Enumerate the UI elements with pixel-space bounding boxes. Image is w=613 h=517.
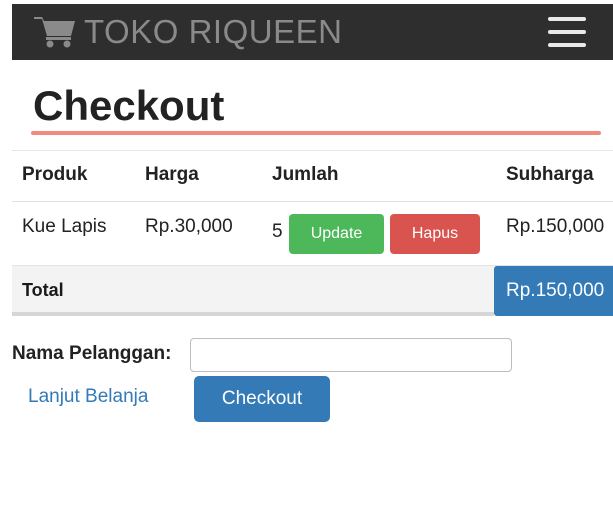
total-value: Rp.150,000 — [506, 280, 605, 301]
total-divider — [12, 312, 494, 316]
table-header: Produk Harga Jumlah Subharga — [12, 150, 613, 202]
customer-name-label: Nama Pelanggan: — [12, 343, 172, 364]
product-name: Kue Lapis — [22, 216, 107, 237]
product-price: Rp.30,000 — [145, 216, 233, 237]
header-produk: Produk — [22, 164, 88, 185]
table-row: Kue Lapis Rp.30,000 5 Update Hapus Rp.15… — [12, 201, 613, 266]
checkout-button[interactable]: Checkout — [194, 376, 330, 422]
delete-button[interactable]: Hapus — [390, 214, 480, 254]
page-title: Checkout — [33, 82, 225, 129]
brand-name: TOKO RIQUEEN — [84, 13, 343, 50]
update-button[interactable]: Update — [289, 214, 384, 254]
customer-name-input[interactable] — [190, 338, 512, 372]
page-margin — [0, 0, 12, 517]
brand[interactable]: TOKO RIQUEEN — [34, 12, 342, 52]
total-amount: Rp.150,000 — [494, 266, 613, 316]
continue-shopping-link[interactable]: Lanjut Belanja — [28, 386, 148, 408]
title-underline — [31, 131, 601, 135]
header-subharga: Subharga — [506, 164, 594, 185]
product-quantity: 5 — [272, 221, 283, 242]
header-jumlah: Jumlah — [272, 164, 339, 185]
top-navbar: TOKO RIQUEEN — [12, 4, 613, 60]
product-subtotal: Rp.150,000 — [506, 216, 605, 237]
header-harga: Harga — [145, 164, 199, 185]
shopping-cart-icon — [34, 15, 76, 49]
total-label: Total — [22, 280, 64, 300]
hamburger-menu-icon[interactable] — [548, 17, 586, 47]
